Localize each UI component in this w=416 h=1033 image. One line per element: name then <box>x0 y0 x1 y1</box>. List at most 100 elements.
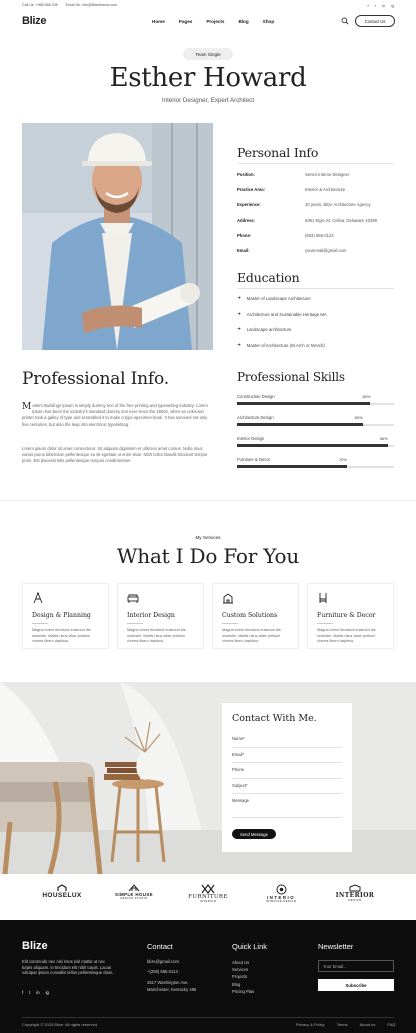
circle-emblem-icon <box>276 884 286 895</box>
chair-icon <box>319 593 327 603</box>
professional-paragraph-1: Modern Buildings Ipsum is simply dummy t… <box>22 402 208 427</box>
newsletter-email-input[interactable]: Your Email... <box>318 960 394 972</box>
search-icon[interactable] <box>341 17 349 25</box>
footer: Blize Elit commodo nec nisi risus nisl m… <box>0 920 416 1033</box>
divider <box>237 288 394 289</box>
nav-item-projects[interactable]: Projects <box>206 19 224 24</box>
name-field[interactable]: Name* <box>232 732 342 748</box>
message-field[interactable]: Message <box>232 794 342 818</box>
info-row: Position: Senior Interior Designer <box>237 172 350 177</box>
house-outline-icon <box>349 884 361 892</box>
skill-bar: Construction Design 85% <box>237 394 394 405</box>
info-row: Email: youremail@gmail.com <box>237 248 347 253</box>
diamond-pattern-icon <box>201 884 215 894</box>
info-row: Experience: 10 years, Blize Architecture … <box>237 202 371 207</box>
list-item: ➜ Architecture and Sustainable Heritage M… <box>237 311 327 317</box>
section-divider <box>0 500 416 501</box>
subject-field[interactable]: Subject* <box>232 779 342 794</box>
nav-item-shop[interactable]: Shop <box>263 19 274 24</box>
sofa-icon <box>127 594 139 603</box>
contact-form: Contact With Me. Name* Email* Phone Subj… <box>222 703 352 852</box>
twitter-icon[interactable]: t <box>29 990 30 995</box>
education-title: Education <box>237 270 300 285</box>
footer-bottom-links: Privacy & Policy Terms About us FAQ <box>296 1022 395 1027</box>
footer-contact-title: Contact <box>147 942 173 951</box>
professional-info-title: Professional Info. <box>22 369 169 389</box>
brand-logo-simple-house: SIMPLE HOUSE DESIGN STUDIO <box>110 884 158 900</box>
house-icon <box>57 884 67 891</box>
logo[interactable]: Blize <box>22 15 46 27</box>
footer-contact-email[interactable]: blize@gmail.com <box>147 959 179 964</box>
personal-info-title: Personal Info <box>237 145 319 160</box>
footer-link-blog[interactable]: Blog <box>232 982 240 987</box>
service-card[interactable]: Custom Solutions Magna lorem tincidunt e… <box>212 583 299 649</box>
top-bar: Call Us: +968 568 208 Email Us: Info@Bli… <box>0 0 416 10</box>
nav-item-blog[interactable]: Blog <box>238 19 248 24</box>
nav-item-pages[interactable]: Pages <box>179 19 193 24</box>
skill-bar: Interior Design 96% <box>237 436 394 447</box>
facebook-icon[interactable]: f <box>22 990 23 995</box>
list-item: ➜ Master of Architecture (M.Arch or MArch… <box>237 342 325 348</box>
list-item: ➜ Landscape architecture <box>237 326 292 332</box>
twitter-icon[interactable]: t <box>375 3 376 8</box>
services-tag: My Services <box>195 535 221 540</box>
phone-field[interactable]: Phone <box>232 763 342 779</box>
skill-bar: Furniture & Decor 70% <box>237 457 394 468</box>
contact-form-title: Contact With Me. <box>232 713 317 724</box>
privacy-policy-link[interactable]: Privacy & Policy <box>296 1022 325 1027</box>
instagram-icon[interactable]: ig <box>391 3 394 8</box>
team-single-badge: Team Single <box>183 48 233 60</box>
footer-newsletter-title: Newsletter <box>318 942 354 951</box>
service-card[interactable]: Interior Design Magna lorem tincidunt eu… <box>117 583 204 649</box>
services-title: What I Do For You <box>116 544 300 568</box>
footer-about: Elit commodo nec nisi risus nisl mattis … <box>22 959 114 976</box>
skills-title: Professional Skills <box>237 370 345 384</box>
subscribe-button[interactable]: Subscribe <box>318 979 394 991</box>
arrow-right-icon: ➜ <box>237 311 241 316</box>
service-card[interactable]: Design & Planning Magna lorem tincidunt … <box>22 583 109 649</box>
skill-bar: Architecture Design 80% <box>237 415 394 426</box>
linkedin-icon[interactable]: in <box>382 3 385 8</box>
info-row: Phone: (603) 555-0123 <box>237 233 334 238</box>
footer-logo[interactable]: Blize <box>22 940 48 952</box>
copyright: Copyright © 2024 Blize. All rights reser… <box>22 1022 99 1027</box>
email-field[interactable]: Email* <box>232 748 342 763</box>
info-row: Practice Area: Interior & Architecture <box>237 187 346 192</box>
drafting-compass-icon <box>33 592 43 604</box>
page-subtitle: Interior Designer, Expert Architect <box>161 97 255 104</box>
arrow-right-icon: ➜ <box>237 295 241 300</box>
nav-item-home[interactable]: Home <box>152 19 165 24</box>
faq-link[interactable]: FAQ <box>387 1022 395 1027</box>
brand-logo-houselux: HOUSELUX <box>40 884 84 899</box>
service-card[interactable]: Furniture & Decor Magna lorem tincidunt … <box>307 583 394 649</box>
footer-link-about[interactable]: About Us <box>232 960 249 965</box>
building-icon <box>223 593 233 604</box>
arrow-right-icon: ➜ <box>237 326 241 331</box>
roof-icon <box>128 884 140 892</box>
professional-paragraph-2: Lorem ipsum dolor sit amet consectetur. … <box>22 446 208 464</box>
arrow-right-icon: ➜ <box>237 342 241 347</box>
linkedin-icon[interactable]: in <box>36 990 39 995</box>
topbar-email[interactable]: Email Us: Info@Blizetheme.com <box>66 3 118 7</box>
brand-logo-furniture: FURNITURE INTERIOR <box>186 884 230 903</box>
contact-background-image <box>0 682 416 874</box>
contact-us-button[interactable]: Contact Us <box>355 15 395 27</box>
footer-contact-address: 4517 Washington Ave. <box>147 980 189 985</box>
brand-logo-interior: INTERIOR DESIGN <box>334 884 376 902</box>
footer-contact-phone[interactable]: +(208) 555-0113 <box>147 969 178 974</box>
instagram-icon[interactable]: ig <box>46 990 49 995</box>
info-row: Address: 6391 Elgin St. Celina, Delaware … <box>237 218 377 223</box>
topbar-social: f t in ig <box>368 3 395 8</box>
about-us-link[interactable]: About us <box>360 1022 376 1027</box>
drop-cap: M <box>22 402 32 412</box>
send-message-button[interactable]: Send Message <box>232 829 276 839</box>
footer-contact-city: Manchester, Kentucky 495 <box>147 987 197 992</box>
footer-link-services[interactable]: Services <box>232 967 248 972</box>
footer-link-pricing[interactable]: Pricing Plan <box>232 989 254 994</box>
topbar-phone[interactable]: Call Us: +968 568 208 <box>22 3 58 7</box>
facebook-icon[interactable]: f <box>368 3 369 8</box>
terms-link[interactable]: Terms <box>337 1022 348 1027</box>
profile-photo <box>22 123 213 350</box>
brand-logo-interio: INTERIO INTERIOR DESIGN <box>258 884 304 903</box>
footer-link-projects[interactable]: Projects <box>232 974 247 979</box>
